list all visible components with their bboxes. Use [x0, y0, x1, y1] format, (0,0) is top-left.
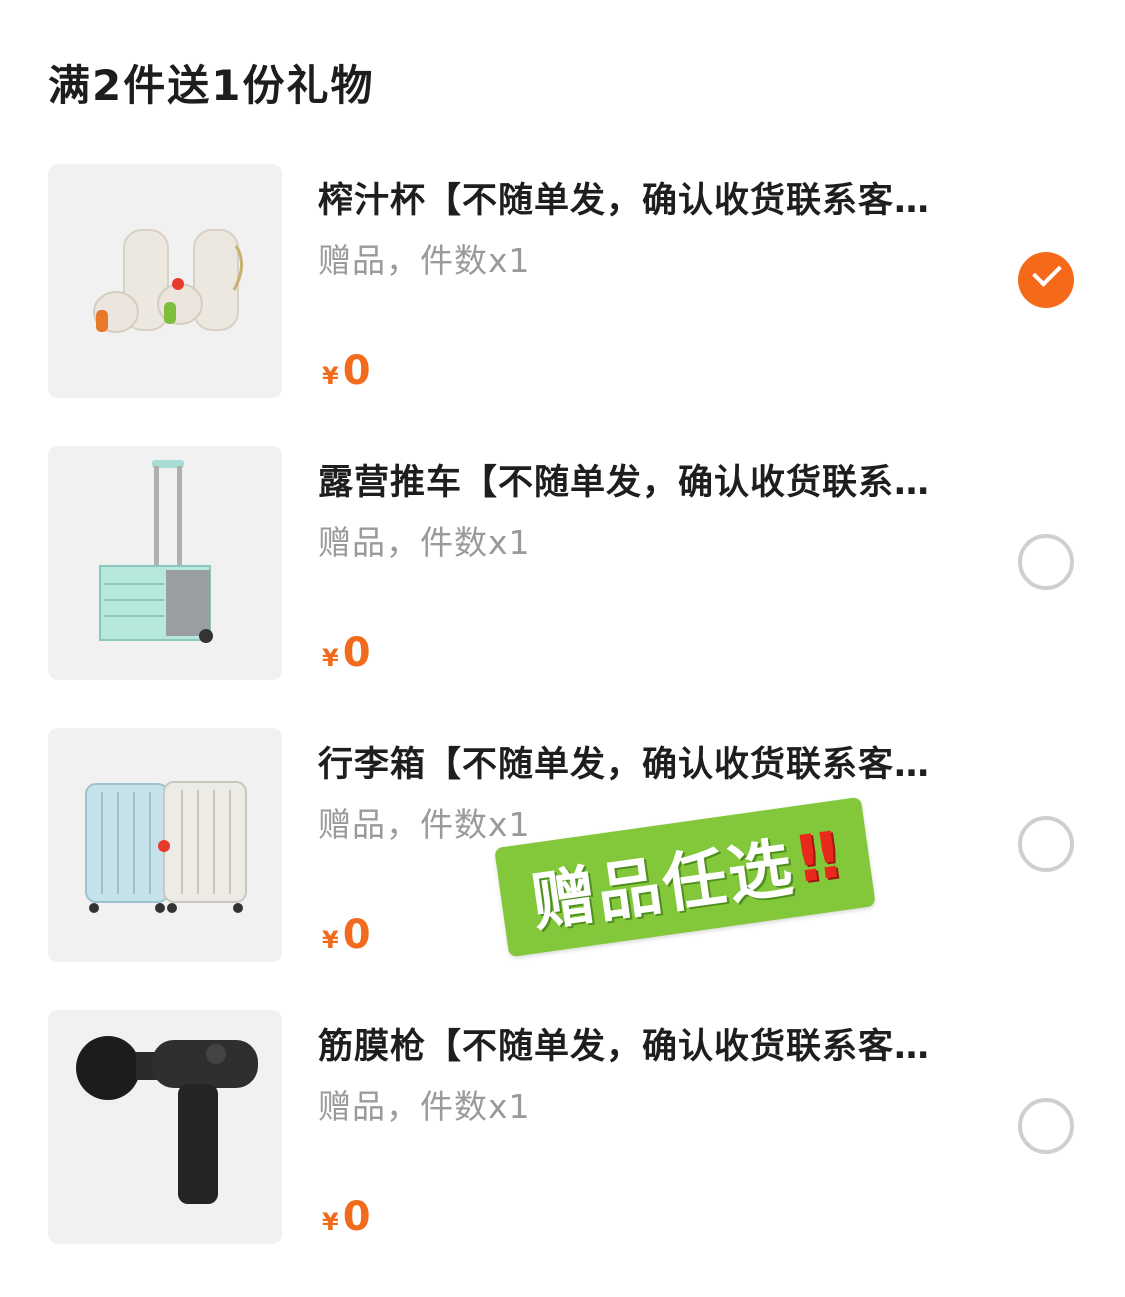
product-image-luggage[interactable] [48, 728, 282, 962]
massage-gun-icon [48, 1010, 282, 1244]
gift-item-massage-gun[interactable]: 筋膜枪【不随单发，确认收货联系客… 赠品，件数x1 ¥0 [48, 1010, 1088, 1246]
page-title: 满2件送1份礼物 [48, 61, 375, 110]
product-image-camping-cart[interactable] [48, 446, 282, 680]
check-icon [1032, 257, 1062, 287]
select-radio[interactable] [1018, 1098, 1074, 1154]
currency-symbol: ¥ [322, 926, 339, 954]
item-subtitle: 赠品，件数x1 [318, 805, 531, 844]
product-image-massage-gun[interactable] [48, 1010, 282, 1244]
item-title[interactable]: 露营推车【不随单发，确认收货联系… [318, 454, 978, 505]
item-price: ¥0 [322, 348, 371, 394]
item-subtitle: 赠品，件数x1 [318, 1087, 531, 1126]
camping-cart-icon [48, 446, 282, 680]
select-radio[interactable] [1018, 816, 1074, 872]
item-title[interactable]: 筋膜枪【不随单发，确认收货联系客… [318, 1018, 978, 1069]
currency-symbol: ¥ [322, 644, 339, 672]
item-price: ¥0 [322, 912, 371, 958]
product-image-juicer[interactable] [48, 164, 282, 398]
select-radio-checked[interactable] [1018, 252, 1074, 308]
luggage-icon [48, 728, 282, 962]
select-radio[interactable] [1018, 534, 1074, 590]
item-subtitle: 赠品，件数x1 [318, 241, 531, 280]
juicer-cup-icon [48, 164, 282, 398]
currency-symbol: ¥ [322, 1208, 339, 1236]
price-amount: 0 [342, 630, 371, 676]
price-amount: 0 [342, 1194, 371, 1240]
item-price: ¥0 [322, 630, 371, 676]
exclamation-icon: ‼ [793, 818, 844, 898]
item-title[interactable]: 行李箱【不随单发，确认收货联系客… [318, 736, 978, 787]
price-amount: 0 [342, 348, 371, 394]
gift-item-camping-cart[interactable]: 露营推车【不随单发，确认收货联系… 赠品，件数x1 ¥0 [48, 446, 1088, 682]
item-price: ¥0 [322, 1194, 371, 1240]
gift-item-juicer[interactable]: 榨汁杯【不随单发，确认收货联系客… 赠品，件数x1 ¥0 [48, 164, 1088, 400]
price-amount: 0 [342, 912, 371, 958]
item-title[interactable]: 榨汁杯【不随单发，确认收货联系客… [318, 172, 978, 223]
currency-symbol: ¥ [322, 362, 339, 390]
item-subtitle: 赠品，件数x1 [318, 523, 531, 562]
